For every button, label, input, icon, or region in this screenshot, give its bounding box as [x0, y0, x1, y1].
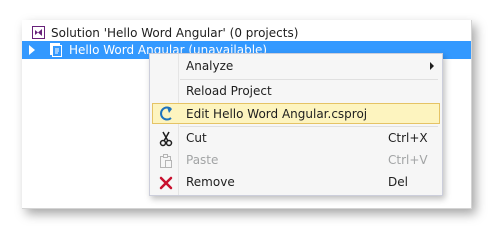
edit-icon — [160, 106, 172, 121]
project-icon — [50, 43, 62, 57]
solution-node[interactable]: Solution 'Hello Word Angular' (0 project… — [22, 24, 471, 42]
menu-item-analyze[interactable]: Analyze — [152, 56, 440, 77]
solution-icon — [32, 26, 45, 39]
menu-item-remove[interactable]: Remove Del — [152, 172, 440, 193]
menu-item-reload-project[interactable]: Reload Project — [152, 81, 440, 102]
menu-item-label: Edit Hello Word Angular.csproj — [186, 107, 368, 121]
paste-icon — [160, 154, 172, 168]
menu-item-shortcut: Ctrl+X — [388, 131, 428, 145]
solution-label: Solution 'Hello Word Angular' (0 project… — [51, 26, 299, 40]
submenu-arrow-icon — [430, 62, 434, 70]
menu-item-label: Analyze — [186, 59, 234, 73]
menu-item-label: Cut — [186, 131, 207, 145]
expand-arrow-icon[interactable] — [29, 45, 35, 55]
menu-item-paste: Paste Ctrl+V — [152, 150, 440, 171]
menu-item-label: Paste — [186, 153, 219, 167]
remove-icon — [159, 176, 173, 190]
menu-separator — [180, 126, 438, 127]
context-menu: Analyze Reload Project Edit Hello Word A… — [149, 53, 443, 196]
menu-item-shortcut: Ctrl+V — [388, 153, 428, 167]
menu-item-label: Remove — [186, 175, 235, 189]
menu-separator — [180, 79, 438, 80]
menu-item-shortcut: Del — [388, 175, 408, 189]
menu-item-label: Reload Project — [186, 84, 272, 98]
cut-icon — [159, 131, 173, 147]
menu-item-edit-project[interactable]: Edit Hello Word Angular.csproj — [152, 103, 440, 124]
menu-item-cut[interactable]: Cut Ctrl+X — [152, 128, 440, 149]
